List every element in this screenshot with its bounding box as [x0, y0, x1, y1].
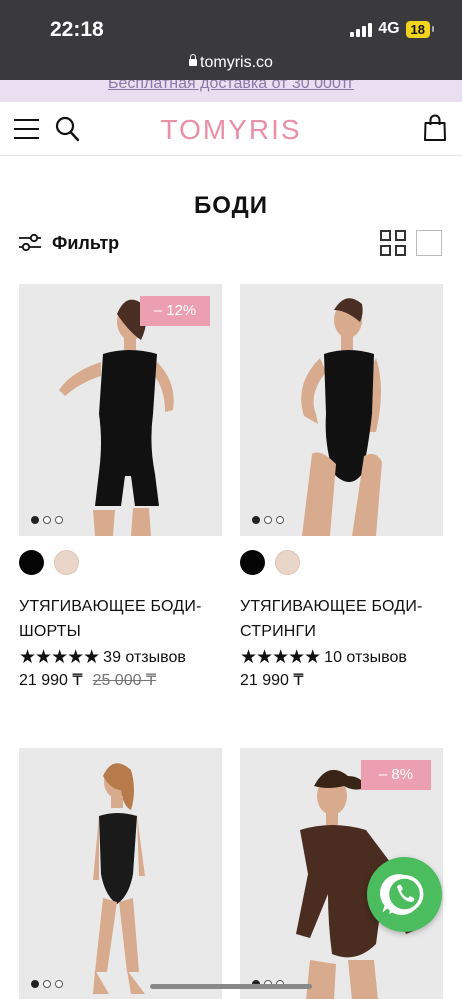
- menu-icon[interactable]: [14, 119, 39, 139]
- color-swatches: [240, 550, 300, 575]
- filter-button[interactable]: Фильтр: [18, 230, 119, 256]
- color-swatch-black[interactable]: [240, 550, 265, 575]
- grid-view-icon[interactable]: [380, 230, 408, 258]
- signal-icon: [350, 22, 373, 37]
- star-rating-icon: ★★★★★: [19, 647, 100, 668]
- network-type: 4G: [378, 20, 400, 37]
- lock-icon: [189, 54, 198, 66]
- sliders-icon: [19, 233, 41, 252]
- image-carousel-dots[interactable]: [252, 516, 284, 524]
- product-title[interactable]: УТЯГИВАЮЩЕЕ БОДИ-СТРИНГИ: [240, 594, 455, 644]
- single-view-icon[interactable]: [416, 230, 442, 256]
- product-rating: ★★★★★ 10 отзывов: [240, 646, 407, 669]
- image-carousel-dots[interactable]: [31, 980, 63, 988]
- home-indicator: [150, 984, 312, 989]
- review-count[interactable]: 10 отзывов: [324, 649, 407, 667]
- whatsapp-icon: [379, 874, 424, 915]
- promo-text: Бесплатная доставка от 30 000тг: [107, 80, 354, 92]
- discount-badge: – 12%: [140, 296, 210, 326]
- product-rating: ★★★★★ 39 отзывов: [19, 646, 186, 669]
- color-swatch-black[interactable]: [19, 550, 44, 575]
- product-card[interactable]: УТЯГИВАЮЩЕЕ БОДИ-СТРИНГИ ★★★★★ 10 отзыво…: [240, 284, 443, 694]
- search-icon[interactable]: [55, 116, 79, 142]
- model-illustration: [93, 763, 145, 994]
- product-price: 21 990 ₸: [240, 670, 304, 690]
- review-count[interactable]: 39 отзывов: [103, 649, 186, 667]
- product-price: 21 990 ₸ 25 000 ₸: [19, 670, 156, 690]
- model-illustration: [301, 298, 382, 536]
- product-image[interactable]: [240, 284, 443, 536]
- browser-status-bar: 22:18 4G 18 tomyris.co: [0, 0, 462, 80]
- discount-badge: – 8%: [361, 760, 431, 790]
- color-swatch-nude[interactable]: [275, 550, 300, 575]
- image-carousel-dots[interactable]: [31, 516, 63, 524]
- product-image[interactable]: – 12%: [19, 284, 222, 536]
- site-header: TOMYRIS: [0, 102, 462, 156]
- shopping-bag-icon[interactable]: [424, 114, 446, 141]
- product-image[interactable]: [19, 748, 222, 999]
- color-swatches: [19, 550, 79, 575]
- address-bar[interactable]: tomyris.co: [0, 54, 462, 72]
- product-card[interactable]: – 12% УТЯГИВАЮЩЕЕ БОДИ-ШОРТЫ ★★★★★ 39 от…: [19, 284, 222, 694]
- old-price: 25 000 ₸: [92, 672, 157, 689]
- page-title: БОДИ: [194, 192, 268, 219]
- star-rating-icon: ★★★★★: [240, 647, 321, 668]
- product-title[interactable]: УТЯГИВАЮЩЕЕ БОДИ-ШОРТЫ: [19, 594, 234, 644]
- whatsapp-chat-button[interactable]: [367, 857, 442, 932]
- filter-label: Фильтр: [52, 232, 120, 253]
- current-price: 21 990 ₸: [19, 672, 83, 689]
- url-text: tomyris.co: [200, 54, 273, 71]
- current-price: 21 990 ₸: [240, 672, 304, 689]
- promo-banner[interactable]: Бесплатная доставка от 30 000тг: [0, 80, 462, 102]
- status-indicators: 4G 18: [350, 20, 435, 38]
- color-swatch-nude[interactable]: [54, 550, 79, 575]
- battery-icon: 18: [405, 20, 435, 38]
- clock: 22:18: [50, 18, 104, 41]
- product-card[interactable]: [19, 748, 222, 999]
